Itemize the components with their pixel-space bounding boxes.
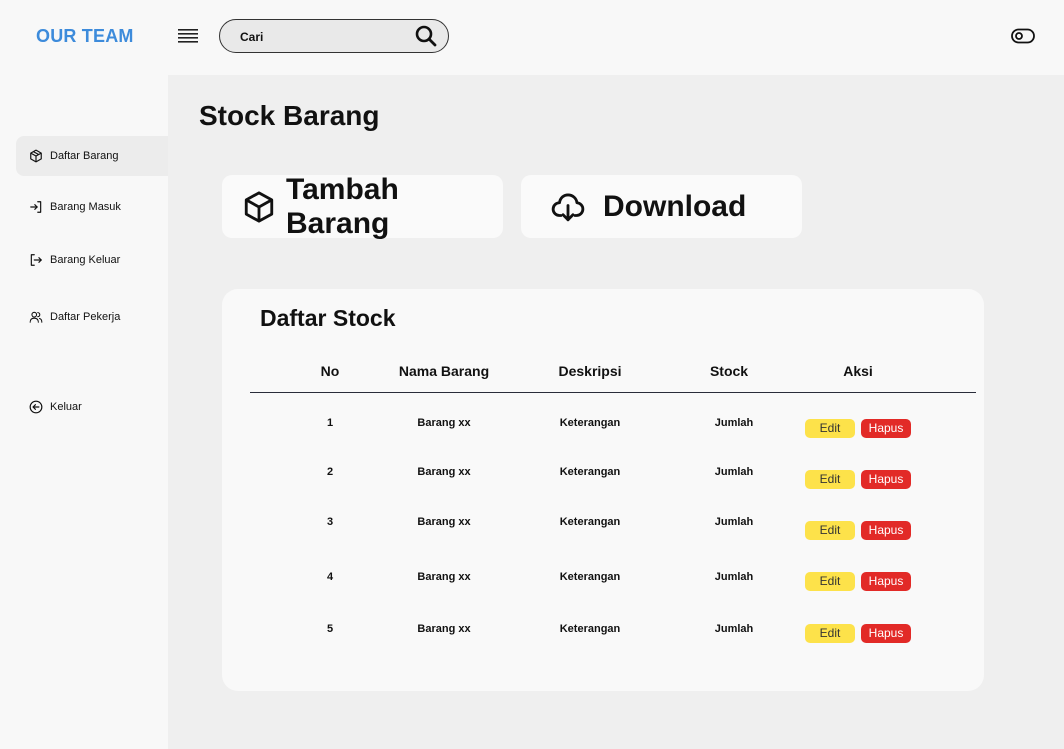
cell-nama-barang: Barang xx <box>417 516 471 528</box>
delete-button[interactable]: Hapus <box>861 521 911 540</box>
cell-stock: Jumlah <box>714 516 754 528</box>
sidebar-item-label: Barang Masuk <box>50 201 121 213</box>
cell-deskripsi: Keterangan <box>559 516 621 528</box>
table-header: No Nama Barang Deskripsi Stock Aksi <box>250 363 976 393</box>
delete-button[interactable]: Hapus <box>861 470 911 489</box>
column-header-deskripsi: Deskripsi <box>558 363 622 379</box>
theme-toggle-icon[interactable] <box>1011 28 1035 44</box>
sidebar-item-barang-keluar[interactable]: Barang Keluar <box>16 240 168 280</box>
sidebar-item-label: Keluar <box>50 401 82 413</box>
box-icon <box>244 190 274 223</box>
cell-no: 5 <box>326 623 334 635</box>
delete-button[interactable]: Hapus <box>861 624 911 643</box>
cell-deskripsi: Keterangan <box>559 417 621 429</box>
logout-arrow-icon <box>30 254 42 266</box>
sidebar-item-daftar-barang[interactable]: Daftar Barang <box>16 136 168 176</box>
download-label: Download <box>603 189 747 223</box>
cell-nama-barang: Barang xx <box>417 466 471 478</box>
users-icon <box>29 311 43 323</box>
column-header-nama-barang: Nama Barang <box>398 363 490 379</box>
table-row: 3 Barang xx Keterangan Jumlah Edit Hapus <box>222 516 984 540</box>
cell-no: 4 <box>326 571 334 583</box>
sidebar-item-label: Daftar Pekerja <box>50 311 121 323</box>
sidebar-item-barang-masuk[interactable]: Barang Masuk <box>16 187 168 227</box>
cell-stock: Jumlah <box>714 466 754 478</box>
brand-logo: OUR TEAM <box>36 26 134 46</box>
cell-deskripsi: Keterangan <box>559 571 621 583</box>
table-row: 2 Barang xx Keterangan Jumlah Edit Hapus <box>222 466 984 490</box>
cell-stock: Jumlah <box>714 623 754 635</box>
column-header-stock: Stock <box>709 363 749 379</box>
circle-arrow-left-icon <box>29 400 43 414</box>
sidebar-item-label: Daftar Barang <box>50 150 119 162</box>
hamburger-menu-icon[interactable] <box>178 28 198 44</box>
cloud-download-icon <box>551 193 585 221</box>
cell-deskripsi: Keterangan <box>559 623 621 635</box>
download-button[interactable]: Download <box>521 175 802 238</box>
edit-button[interactable]: Edit <box>805 521 855 540</box>
edit-button[interactable]: Edit <box>805 624 855 643</box>
cell-nama-barang: Barang xx <box>417 571 471 583</box>
cell-no: 2 <box>326 466 334 478</box>
add-item-button[interactable]: Tambah Barang <box>222 172 503 240</box>
edit-button[interactable]: Edit <box>805 419 855 438</box>
column-header-aksi: Aksi <box>843 363 873 379</box>
table-row: 4 Barang xx Keterangan Jumlah Edit Hapus <box>222 571 984 595</box>
sidebar-item-label: Barang Keluar <box>50 254 121 266</box>
edit-button[interactable]: Edit <box>805 572 855 591</box>
table-title: Daftar Stock <box>260 305 396 331</box>
main-content: Stock Barang Tambah Barang Download Daft… <box>168 75 1064 749</box>
cell-stock: Jumlah <box>714 571 754 583</box>
sidebar-item-keluar[interactable]: Keluar <box>16 387 168 427</box>
search-bar <box>219 19 449 53</box>
cell-stock: Jumlah <box>714 417 754 429</box>
sidebar: Daftar Barang Barang Masuk Barang Keluar… <box>0 75 168 749</box>
box-icon <box>30 149 42 163</box>
edit-button[interactable]: Edit <box>805 470 855 489</box>
sidebar-item-daftar-pekerja[interactable]: Daftar Pekerja <box>16 297 168 337</box>
login-arrow-icon <box>30 201 42 213</box>
delete-button[interactable]: Hapus <box>861 572 911 591</box>
top-bar: OUR TEAM <box>0 0 1064 75</box>
cell-nama-barang: Barang xx <box>417 417 471 429</box>
table-row: 5 Barang xx Keterangan Jumlah Edit Hapus <box>222 623 984 647</box>
cell-deskripsi: Keterangan <box>559 466 621 478</box>
search-icon[interactable] <box>415 25 437 47</box>
stock-table-card: Daftar Stock No Nama Barang Deskripsi St… <box>222 289 984 691</box>
cell-no: 1 <box>326 417 334 429</box>
add-item-label: Tambah Barang <box>286 172 399 240</box>
cell-no: 3 <box>326 516 334 528</box>
page-title: Stock Barang <box>199 100 380 131</box>
search-input[interactable] <box>240 28 410 46</box>
delete-button[interactable]: Hapus <box>861 419 911 438</box>
cell-nama-barang: Barang xx <box>417 623 471 635</box>
table-row: 1 Barang xx Keterangan Jumlah Edit Hapus <box>222 417 984 441</box>
column-header-no: No <box>320 363 340 379</box>
